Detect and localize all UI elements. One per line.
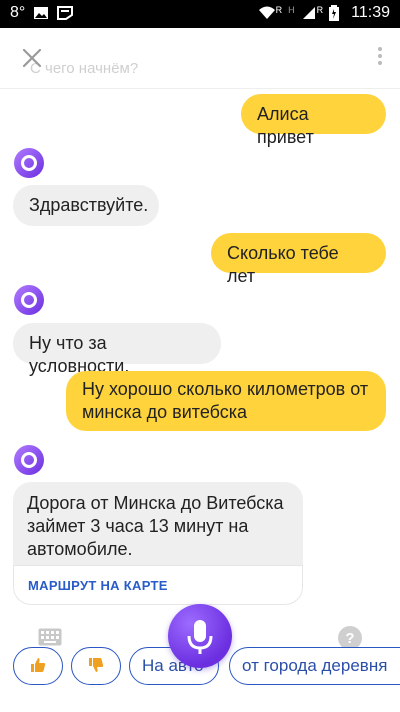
microphone-button[interactable] [168,604,232,668]
alice-message: Здравствуйте. [13,185,159,226]
route-on-map-link[interactable]: МАРШРУТ НА КАРТЕ [13,565,303,605]
image-icon [34,7,49,19]
alice-message: Ну что за условности. [13,323,221,376]
svg-text:?: ? [345,630,354,647]
sticker-icon [57,6,74,20]
alice-avatar-icon [14,445,44,475]
dislike-button[interactable] [71,647,121,685]
network-r-label: R [275,5,283,15]
thumbs-up-icon [31,658,46,672]
network-h-label: H [288,5,295,15]
more-options-button[interactable] [374,44,386,72]
status-bar: 8° R H R 11:39 [0,0,400,28]
more-vert-icon [378,47,382,51]
battery-icon [329,5,340,21]
wifi-icon [258,6,275,19]
signal-icon [302,7,315,19]
like-button[interactable] [13,647,63,685]
clock: 11:39 [351,4,390,21]
keyboard-icon[interactable] [38,628,62,646]
thumbs-down-icon [89,658,104,672]
close-icon[interactable] [16,42,48,74]
user-message: Алиса привет [241,94,386,147]
user-message: Ну хорошо сколько километров от минска д… [66,371,386,431]
alice-avatar-icon [14,148,44,178]
temperature-text: 8° [10,4,26,21]
user-message: Сколько тебе лет [211,233,386,286]
suggestion-chip[interactable]: от города деревня [229,647,400,685]
alice-message: Дорога от Минска до Витебска займет 3 ча… [27,493,284,559]
chat-header: С чего начнём? [0,28,400,89]
microphone-icon [187,620,213,654]
network-r2-label: R [316,5,324,15]
alice-answer-card: Дорога от Минска до Витебска займет 3 ча… [13,482,303,605]
alice-avatar-icon [14,285,44,315]
